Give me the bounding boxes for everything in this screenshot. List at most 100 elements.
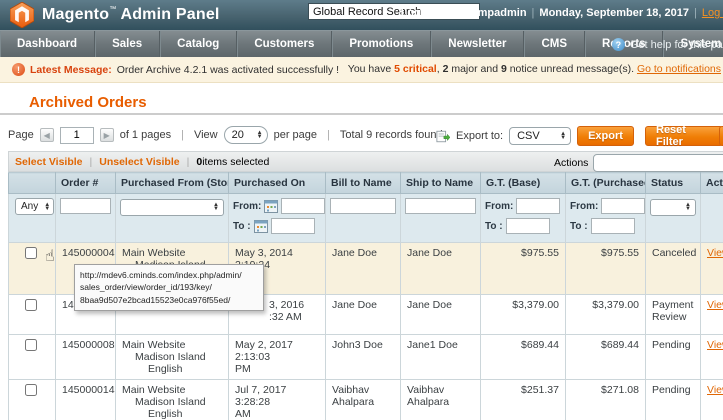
page-title: Archived Orders xyxy=(29,94,147,111)
status-cell: Canceled xyxy=(645,242,701,295)
status-cell: Payment Review xyxy=(645,294,701,335)
order-row[interactable]: 145000008 Main Website Madison Island Engl… xyxy=(8,334,723,380)
filter-gt-purchased-to-input[interactable] xyxy=(590,218,635,234)
notification-bar: ! Latest Message: Order Archive 4.2.1 wa… xyxy=(0,57,723,83)
search-button[interactable]: Search xyxy=(719,126,723,146)
gt-purchased-cell: $689.44 xyxy=(565,334,646,380)
col-store[interactable]: Purchased From (Store) xyxy=(115,172,229,194)
filter-date-to-input[interactable] xyxy=(270,218,315,234)
store-cell: Main WebsiteMadison IslandEnglish xyxy=(115,379,229,420)
actions-label: Actions xyxy=(554,157,589,169)
nav-item-dashboard[interactable]: Dashboard xyxy=(0,31,96,57)
massaction-links: Select Visible | Unselect Visible | 0 it… xyxy=(15,155,270,168)
ship-to-cell: Vaibhav Ahalpara xyxy=(400,379,481,420)
get-help-link[interactable]: ? Get help for this page xyxy=(611,31,723,58)
latest-message: ! Latest Message: Order Archive 4.2.1 wa… xyxy=(0,63,339,76)
reset-filter-button[interactable]: Reset Filter xyxy=(645,124,723,148)
current-date: Monday, September 18, 2017 xyxy=(539,7,689,19)
filter-gt-purchased-from-input[interactable] xyxy=(601,198,645,214)
calendar-icon[interactable] xyxy=(264,199,279,213)
nav-item-sales[interactable]: Sales xyxy=(95,31,161,57)
col-checkbox xyxy=(8,172,56,194)
ship-to-cell: Jane1 Doe xyxy=(400,334,481,380)
select-visible-link[interactable]: Select Visible xyxy=(15,156,83,168)
export-to-label: Export to: xyxy=(456,130,504,142)
calendar-icon[interactable] xyxy=(253,219,268,233)
ship-to-cell: Jane Doe xyxy=(400,294,481,335)
grid-header-row: Order # Purchased From (Store) Purchased… xyxy=(8,172,723,194)
view-link[interactable]: View xyxy=(707,299,723,311)
per-page-label: per page xyxy=(273,129,318,141)
col-status[interactable]: Status xyxy=(645,172,701,194)
order-number: 145000008 xyxy=(55,334,116,380)
grid-toolbar: Page ◀ ▶ of 1 pages | View 20▲▼ per page… xyxy=(8,124,723,148)
magento-logo-icon xyxy=(10,2,34,28)
per-page-select[interactable]: 20 ▲ ▼ xyxy=(223,126,268,144)
gt-base-cell: $3,379.00 xyxy=(480,294,566,335)
col-gt-purchased[interactable]: G.T. (Purchased) xyxy=(565,172,646,194)
tooltip-line: sales_order/view/order_id/193/key/ xyxy=(80,282,212,293)
view-link[interactable]: View xyxy=(707,339,723,351)
filter-status-select[interactable]: ▲ ▼ xyxy=(650,198,696,216)
export-format-select[interactable]: CSV ▲ ▼ xyxy=(509,127,572,145)
logo: Magento™ Admin Panel xyxy=(0,2,220,28)
bill-to-cell: Jane Doe xyxy=(325,242,401,295)
massaction-bar: Select Visible | Unselect Visible | 0 it… xyxy=(8,151,723,172)
gt-purchased-cell: $3,379.00 xyxy=(565,294,646,335)
row-checkbox[interactable] xyxy=(25,247,37,259)
export-group: Export to: CSV ▲ ▼ Export xyxy=(436,126,634,146)
col-action[interactable]: Action xyxy=(700,172,723,194)
row-checkbox[interactable] xyxy=(25,339,37,351)
filter-bill-to-input[interactable] xyxy=(330,198,396,214)
magento-admin-window: Magento™ Admin Panel Logged in as cmpadm… xyxy=(0,0,723,420)
next-page-button[interactable]: ▶ xyxy=(99,128,114,142)
latest-message-text: Order Archive 4.2.1 was activated succes… xyxy=(116,63,340,76)
bill-to-cell: John3 Doe xyxy=(325,334,401,380)
nav-item-cms[interactable]: CMS xyxy=(524,31,586,57)
nav-item-catalog[interactable]: Catalog xyxy=(160,31,238,57)
tooltip-line: 8baa9d507e2bcad15523e0ca976f55ed/ xyxy=(80,294,231,305)
bill-to-cell: Jane Doe xyxy=(325,294,401,335)
order-row[interactable]: 145000014 Main Website Madison Island Engl… xyxy=(8,379,723,420)
prev-page-button[interactable]: ◀ xyxy=(39,128,54,142)
unselect-visible-link[interactable]: Unselect Visible xyxy=(99,156,179,168)
row-checkbox[interactable] xyxy=(25,384,37,396)
col-gt-base[interactable]: G.T. (Base) xyxy=(480,172,566,194)
col-bill-to[interactable]: Bill to Name xyxy=(325,172,401,194)
mass-select-mode[interactable]: Any ▲ ▼ xyxy=(15,198,55,215)
hand-cursor-icon: ☝ xyxy=(45,246,55,265)
filter-gt-base-from-input[interactable] xyxy=(516,198,561,214)
select-arrows-icon: ▲ ▼ xyxy=(44,201,51,212)
filter-date-from-input[interactable] xyxy=(281,198,325,214)
gt-purchased-cell: $271.08 xyxy=(565,379,646,420)
actions-select[interactable]: ▲▼ xyxy=(593,154,723,172)
go-to-notifications-link[interactable]: Go to notifications xyxy=(637,63,721,75)
help-icon: ? xyxy=(611,38,625,51)
main-nav: Dashboard Sales Catalog Customers Promot… xyxy=(0,30,723,57)
logo-wordmark: Magento™ Admin Panel xyxy=(42,6,220,23)
col-purchased-on[interactable]: Purchased On xyxy=(228,172,326,194)
order-number: 145000014 xyxy=(55,379,116,420)
col-ship-to[interactable]: Ship to Name xyxy=(400,172,481,194)
get-help-label: Get help for this page xyxy=(629,38,723,51)
nav-item-newsletter[interactable]: Newsletter xyxy=(431,31,525,57)
filter-store-select[interactable]: ▲ ▼ xyxy=(120,198,224,216)
col-order[interactable]: Order # xyxy=(55,172,116,194)
view-link[interactable]: View xyxy=(707,247,723,259)
filter-ship-to-input[interactable] xyxy=(405,198,476,214)
filter-order-input[interactable] xyxy=(60,198,111,214)
export-button[interactable]: Export xyxy=(577,126,634,146)
view-label: View xyxy=(193,129,218,141)
logout-link[interactable]: Log Out xyxy=(702,7,723,19)
row-checkbox[interactable] xyxy=(25,299,37,311)
grid-filter-row: Any▲▼ ▲▼ From: To : From: To : From: xyxy=(8,193,723,243)
bill-to-cell: Vaibhav Ahalpara xyxy=(325,379,401,420)
select-arrows-icon: ▲ ▼ xyxy=(685,202,691,212)
page-number-input[interactable] xyxy=(59,126,94,144)
nav-item-promotions[interactable]: Promotions xyxy=(332,31,432,57)
filter-gt-base-to-input[interactable] xyxy=(505,218,550,234)
nav-item-customers[interactable]: Customers xyxy=(237,31,333,57)
actions-group: Actions ▲▼ Submit xyxy=(554,153,723,173)
view-link[interactable]: View xyxy=(707,384,723,396)
select-arrows-icon: ▲ ▼ xyxy=(256,130,263,140)
